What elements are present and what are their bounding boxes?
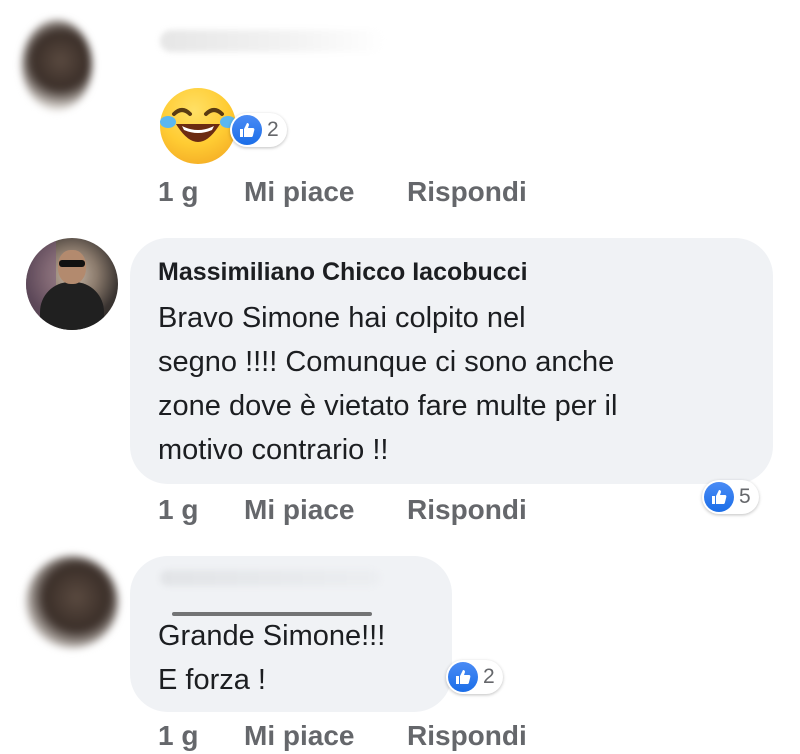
avatar-body <box>40 282 104 330</box>
like-link[interactable]: Mi piace <box>244 176 354 208</box>
laughing-tears-emoji-icon <box>160 88 236 164</box>
avatar-head <box>58 250 86 284</box>
reply-link[interactable]: Rispondi <box>407 720 527 752</box>
avatar-sunglasses <box>59 260 85 267</box>
blurred-author-name <box>160 30 385 52</box>
comment-text: Bravo Simone hai colpito nel segno !!!! … <box>158 302 618 466</box>
comment-actions: 1 g Mi piace Rispondi <box>158 494 578 528</box>
comment-timestamp[interactable]: 1 g <box>158 494 198 526</box>
commenter-avatar[interactable] <box>22 20 92 110</box>
comment-timestamp[interactable]: 1 g <box>158 720 198 752</box>
comment-actions: 1 g Mi piace Rispondi <box>158 720 578 754</box>
reaction-count: 2 <box>267 118 279 141</box>
thumbs-up-icon <box>448 662 478 692</box>
like-link[interactable]: Mi piace <box>244 720 354 752</box>
emoji-face-graphic <box>160 108 236 142</box>
comment-timestamp[interactable]: 1 g <box>158 176 198 208</box>
like-link[interactable]: Mi piace <box>244 494 354 526</box>
thumbs-up-icon <box>704 482 734 512</box>
reply-link[interactable]: Rispondi <box>407 494 527 526</box>
thumbs-up-icon <box>232 115 262 145</box>
comment-text: Grande Simone!!! E forza ! <box>158 620 386 696</box>
reaction-badge[interactable]: 5 <box>702 480 759 514</box>
commenter-avatar[interactable] <box>26 556 118 648</box>
comment-author[interactable]: Massimiliano Chicco Iacobucci <box>158 258 528 287</box>
reply-link[interactable]: Rispondi <box>407 176 527 208</box>
reaction-count: 5 <box>739 485 751 508</box>
reaction-count: 2 <box>483 665 495 688</box>
reaction-badge[interactable]: 2 <box>446 660 503 694</box>
commenter-avatar[interactable] <box>26 238 118 330</box>
comment-actions: 1 g Mi piace Rispondi <box>158 176 578 210</box>
blurred-author-name <box>160 570 380 586</box>
reaction-badge[interactable]: 2 <box>230 113 287 147</box>
